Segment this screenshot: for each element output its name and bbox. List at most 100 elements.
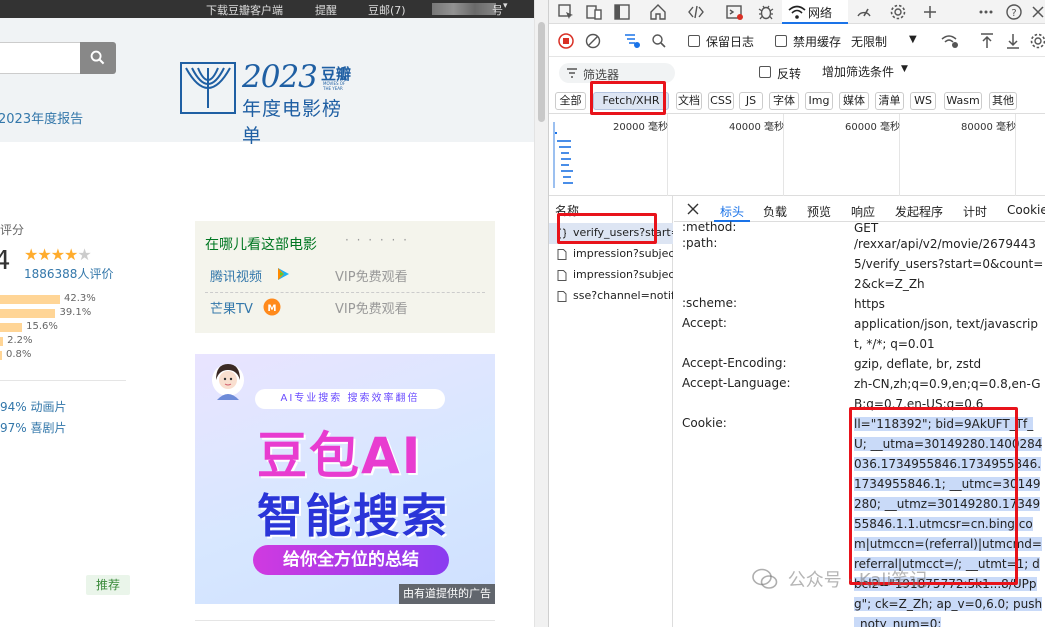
inspect-element-icon[interactable] xyxy=(557,3,575,21)
header-value[interactable]: https xyxy=(854,294,1044,314)
votes-link[interactable]: 1886388人评价 xyxy=(24,265,113,282)
account-name-blurred[interactable] xyxy=(432,3,496,15)
network-overview-timeline[interactable]: 20000 毫秒 40000 毫秒 60000 毫秒 80000 毫秒 xyxy=(549,114,1045,196)
request-row-impression[interactable]: impression?subject_id=26794435 xyxy=(549,244,673,265)
dock-side-icon[interactable] xyxy=(613,3,631,21)
reminder-link[interactable]: 提醒 xyxy=(315,2,337,18)
network-toolbar: 保留日志 禁用缓存 无限制 ▼ xyxy=(549,25,1045,57)
more-tabs-plus-icon[interactable] xyxy=(921,3,939,21)
elements-tab-icon[interactable] xyxy=(687,3,705,21)
more-filters-chevron-down-icon[interactable]: ▼ xyxy=(901,64,908,74)
device-toolbar-icon[interactable] xyxy=(585,3,603,21)
request-list-header[interactable]: 名称 xyxy=(549,196,673,222)
request-row-impression[interactable]: impression?subject_id=26794435 xyxy=(549,265,673,286)
network-settings-icon[interactable] xyxy=(1029,32,1045,50)
tab-headers[interactable]: 标头 xyxy=(720,203,744,220)
annual-report-link[interactable]: 2023年度报告 xyxy=(0,108,83,127)
tab-network[interactable]: 网络 xyxy=(782,0,848,24)
where-to-watch-title: 在哪儿看这部电影 xyxy=(205,237,317,253)
filter-input[interactable]: 筛选器 xyxy=(559,63,675,83)
platform-name[interactable]: 腾讯视频 xyxy=(210,266,262,285)
type-filter-wasm[interactable]: Wasm xyxy=(944,92,982,110)
header-key: Accept-Encoding: xyxy=(682,356,787,370)
page-scrollbar-thumb[interactable] xyxy=(538,22,545,122)
search-icon[interactable] xyxy=(651,33,667,49)
more-options-icon[interactable] xyxy=(977,3,995,21)
type-filter-css[interactable]: CSS xyxy=(708,92,734,110)
better-than-link-2[interactable]: 97% 喜剧片 xyxy=(0,419,67,436)
type-filter--[interactable]: 媒体 xyxy=(839,92,869,110)
throttling-select[interactable]: 无限制 xyxy=(851,33,887,50)
advertisement-banner[interactable]: AI专业搜索 搜索效率翻倍 豆包AI 智能搜索 给你全方位的总结 由有道提供的广… xyxy=(195,354,495,604)
request-row-sse[interactable]: sse?channel=notification xyxy=(549,286,673,307)
clear-log-icon[interactable] xyxy=(585,33,601,49)
rating-bar xyxy=(0,309,56,318)
import-har-icon[interactable] xyxy=(979,32,995,50)
type-filter-js[interactable]: JS xyxy=(739,92,763,110)
type-filter--[interactable]: 其他 xyxy=(989,92,1017,110)
console-tab-icon[interactable] xyxy=(725,3,743,21)
download-client-link[interactable]: 下载豆瓣客户端 xyxy=(206,2,283,18)
help-icon[interactable]: ? xyxy=(1005,3,1023,21)
throttling-chevron-down-icon[interactable]: ▼ xyxy=(909,34,917,45)
header-value-text: zh-CN,zh;q=0.9,en;q=0.8,en-GB;q=0.7,en-U… xyxy=(854,377,1041,411)
devtools-tabbar: 网络 ? xyxy=(549,0,1045,24)
platform-row-mango[interactable]: 芒果TV M VIP免费观看 xyxy=(205,294,485,320)
header-value[interactable]: /rexxar/api/v2/movie/26794435/verify_use… xyxy=(854,234,1044,294)
better-than-link-1[interactable]: 94% 动画片 xyxy=(0,398,67,415)
type-filter-img[interactable]: Img xyxy=(805,92,833,110)
platform-name[interactable]: 芒果TV xyxy=(210,298,253,317)
platform-row-tencent[interactable]: 腾讯视频 VIP免费观看 xyxy=(205,262,485,288)
type-filter-fetch-xhr[interactable]: Fetch/XHR xyxy=(593,92,669,110)
close-devtools-icon[interactable] xyxy=(1029,3,1045,21)
sources-bug-icon[interactable] xyxy=(757,3,775,21)
type-filter--[interactable]: 字体 xyxy=(769,92,799,110)
divider xyxy=(195,620,495,621)
disable-cache-checkbox[interactable] xyxy=(775,35,787,47)
export-har-icon[interactable] xyxy=(1005,32,1021,50)
filter-funnel-icon xyxy=(567,68,577,78)
request-row-verify-users[interactable]: verify_users?start=0&count=2&ck=Z_Zh xyxy=(549,223,673,244)
preserve-log-checkbox[interactable] xyxy=(688,35,700,47)
svg-text:M: M xyxy=(268,304,277,314)
rating-score: 4 xyxy=(0,246,11,276)
recommend-button[interactable]: 推荐 xyxy=(86,575,130,595)
rating-bar-pct: 42.3% xyxy=(64,293,96,304)
more-filters-dropdown[interactable]: 增加筛选条件 xyxy=(822,63,894,80)
search-input[interactable] xyxy=(0,42,80,74)
header-value[interactable]: application/json, text/javascript, */*; … xyxy=(854,314,1044,354)
ad-pill[interactable]: 给你全方位的总结 xyxy=(253,545,449,575)
page-scrollbar[interactable] xyxy=(534,0,548,627)
type-filter--[interactable]: 文档 xyxy=(676,92,702,110)
tab-preview[interactable]: 预览 xyxy=(807,203,831,220)
tab-payload[interactable]: 负载 xyxy=(763,203,787,220)
search-button[interactable] xyxy=(80,42,116,74)
header-value[interactable]: zh-CN,zh;q=0.9,en;q=0.8,en-GB;q=0.7,en-U… xyxy=(854,374,1044,414)
header-value[interactable]: gzip, deflate, br, zstd xyxy=(854,354,1044,374)
annual-list-banner[interactable]: 2023 豆瓣 MOVIES OF THE YEAR 年度电影榜单 xyxy=(180,58,360,147)
filter-funnel-icon[interactable] xyxy=(623,32,641,50)
request-detail-pane: 标头 负载 预览 响应 发起程序 计时 Cookie :method: GET:p… xyxy=(674,196,1045,627)
close-detail-icon[interactable] xyxy=(686,202,700,216)
settings-gear-icon[interactable] xyxy=(889,3,907,21)
tab-cookies[interactable]: Cookie xyxy=(1007,203,1045,217)
type-filter--[interactable]: 清单 xyxy=(875,92,904,110)
overview-tick: 40000 毫秒 xyxy=(729,122,784,133)
invert-checkbox[interactable] xyxy=(759,66,771,78)
search-icon xyxy=(90,50,105,65)
type-filter--[interactable]: 全部 xyxy=(555,92,586,110)
network-conditions-icon[interactable] xyxy=(941,33,959,49)
mail-link[interactable]: 豆邮(7) xyxy=(368,2,406,18)
welcome-home-icon[interactable] xyxy=(649,3,667,21)
overview-tick: 80000 毫秒 xyxy=(961,122,1016,133)
header-value[interactable]: ll="118392"; bid=9AkUFT_Tf_U; __utma=301… xyxy=(854,414,1044,627)
account-caret-icon[interactable]: ▾ xyxy=(503,1,508,11)
star-icon: ★ xyxy=(37,245,51,264)
request-name: impression?subject_id=26794435 xyxy=(573,247,673,260)
performance-icon[interactable] xyxy=(855,3,873,21)
header-key: :method: xyxy=(682,220,737,234)
douban-page: 下载豆瓣客户端 提醒 豆邮(7) 号 ▾ 2023 豆瓣 MOVIES OF T… xyxy=(0,0,548,627)
record-stop-icon[interactable] xyxy=(558,33,574,49)
account-suffix[interactable]: 号 xyxy=(492,2,503,18)
type-filter-ws[interactable]: WS xyxy=(910,92,936,110)
